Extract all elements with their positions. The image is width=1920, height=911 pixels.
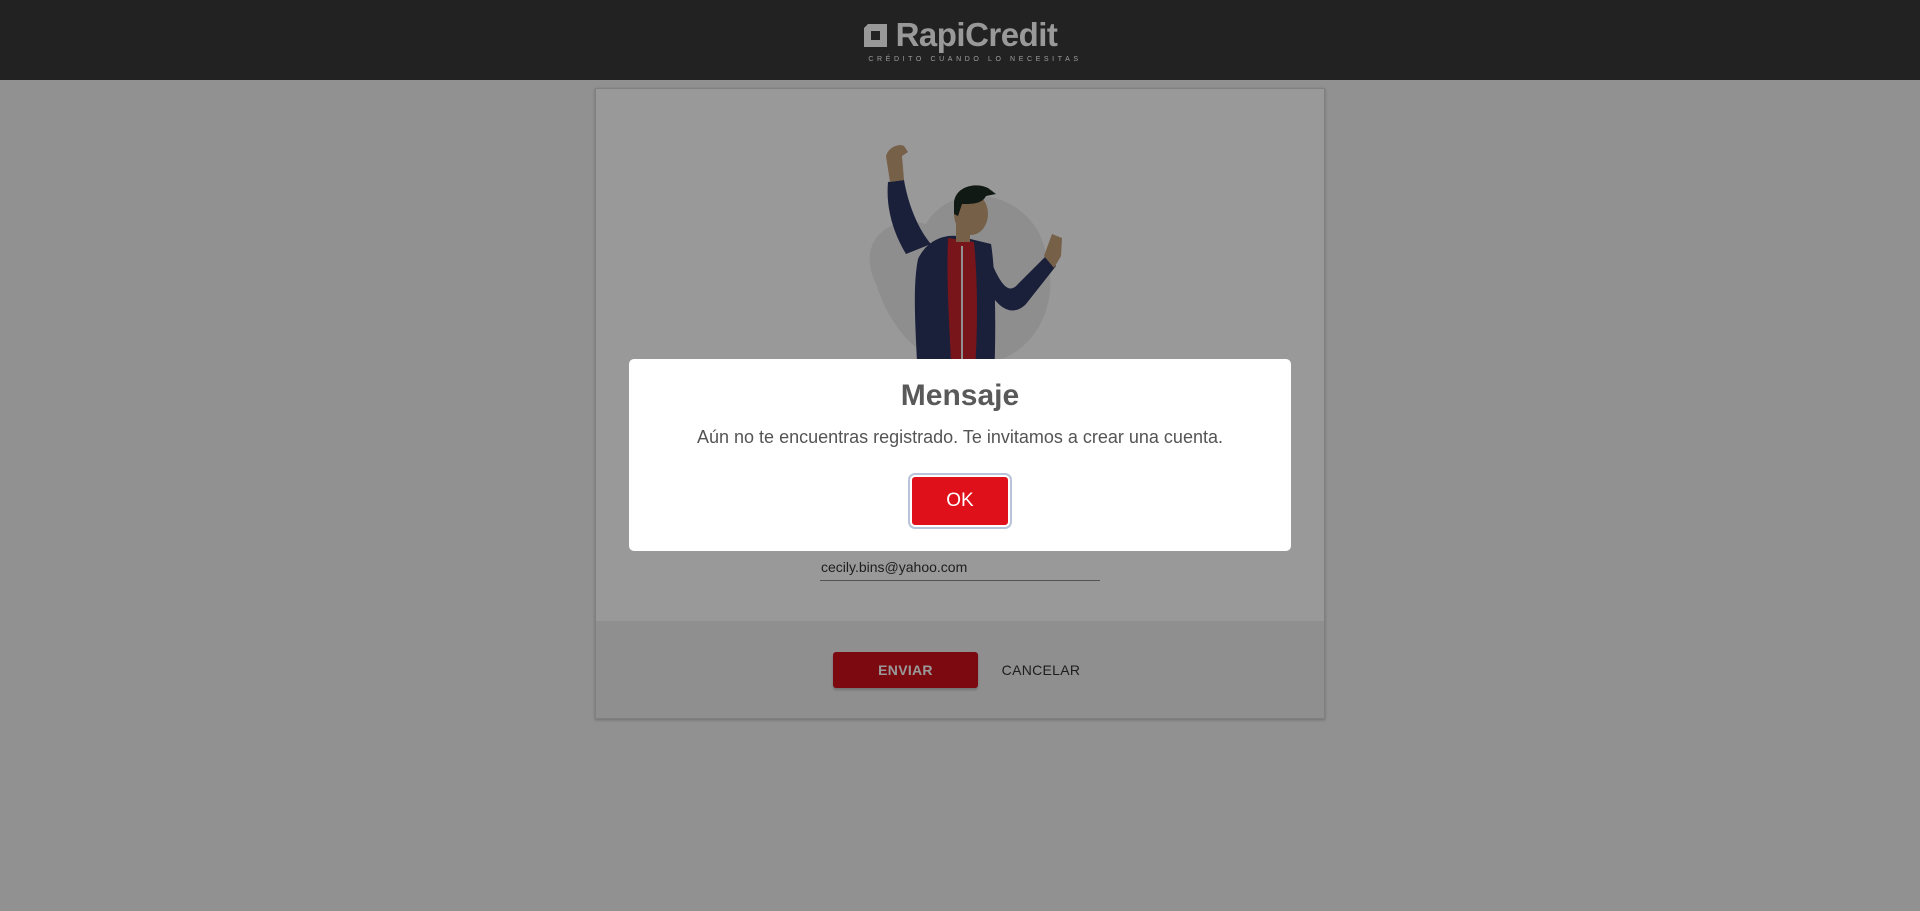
dialog-title: Mensaje bbox=[900, 379, 1020, 412]
ok-button[interactable]: OK bbox=[908, 473, 1012, 529]
message-dialog: Mensaje Aún no te encuentras registrado.… bbox=[629, 359, 1291, 551]
dialog-message: Aún no te encuentras registrado. Te invi… bbox=[697, 427, 1223, 447]
